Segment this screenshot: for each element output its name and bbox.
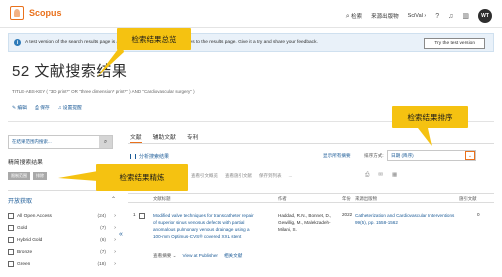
callout-overview: 检索结果总览	[117, 28, 191, 50]
callout-tail-refine	[58, 171, 98, 181]
callout-sort: 检索结果排序	[392, 106, 468, 128]
callout-refine: 检索结果精炼	[96, 164, 188, 191]
callout-tails	[58, 44, 432, 181]
callout-tail-sort	[418, 128, 432, 146]
